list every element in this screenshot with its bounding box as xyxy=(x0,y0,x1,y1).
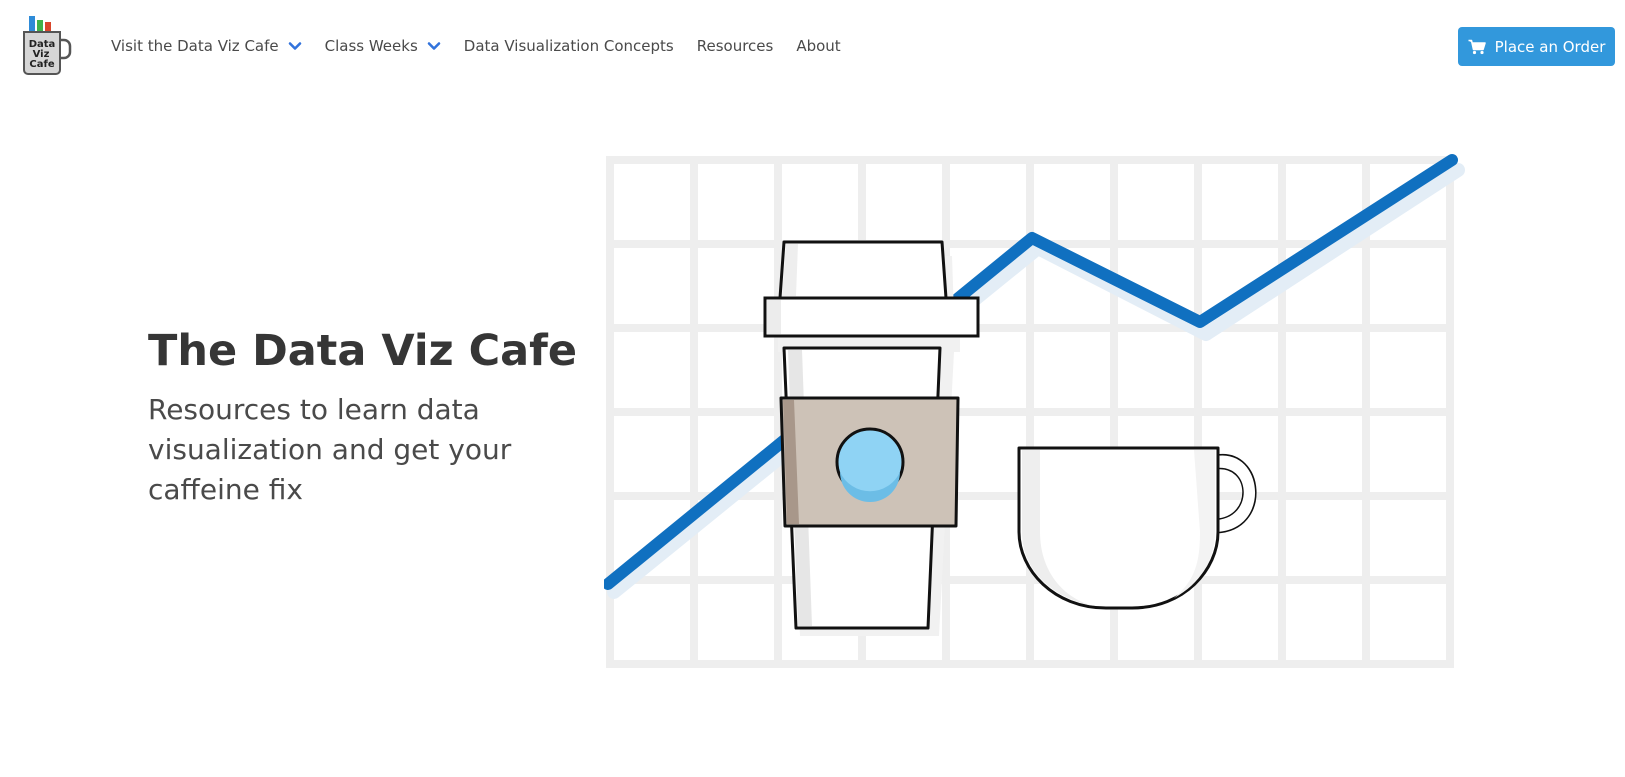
place-order-label: Place an Order xyxy=(1494,37,1606,56)
coffee-chart-illustration-icon xyxy=(602,154,1465,668)
takeaway-cup-lid-top xyxy=(778,240,948,300)
chevron-down-icon xyxy=(288,42,301,50)
nav-item-label: Class Weeks xyxy=(324,37,418,55)
nav-item-label: Data Visualization Concepts xyxy=(463,37,674,55)
chevron-down-icon xyxy=(427,42,441,50)
nav-item-label: Visit the Data Viz Cafe xyxy=(111,37,279,55)
nav-item-resources[interactable]: Resources xyxy=(697,37,774,55)
data-viz-cafe-logo[interactable]: Data Viz Cafe xyxy=(22,14,76,78)
top-navbar: Data Viz Cafe Visit the Data Viz Cafe Cl… xyxy=(0,0,1625,92)
takeaway-cup-lid-rim xyxy=(763,296,980,338)
coffee-chart-illustration xyxy=(602,150,1484,680)
nav-item-label: About xyxy=(796,37,841,55)
nav-item-label: Resources xyxy=(696,37,774,55)
nav-item-visit-cafe[interactable]: Visit the Data Viz Cafe xyxy=(111,37,303,55)
place-order-button[interactable]: Place an Order xyxy=(1458,27,1615,66)
nav-item-class-weeks[interactable]: Class Weeks xyxy=(325,37,442,55)
logo-mug-icon: Data Viz Cafe xyxy=(23,16,72,75)
logo-bar-red xyxy=(45,22,51,32)
logo-text-line3: Cafe xyxy=(29,59,54,70)
shopping-cart-icon xyxy=(1468,39,1486,54)
page-title: The Data Viz Cafe xyxy=(148,326,578,376)
main-nav: Visit the Data Viz Cafe Class Weeks Data… xyxy=(111,34,841,58)
logo-bar-blue xyxy=(29,16,35,32)
nav-item-about[interactable]: About xyxy=(796,37,840,55)
nav-item-dataviz-concepts[interactable]: Data Visualization Concepts xyxy=(464,37,674,55)
logo-bar-green xyxy=(37,20,43,32)
page-subtitle: Resources to learn data visualization an… xyxy=(148,393,512,506)
